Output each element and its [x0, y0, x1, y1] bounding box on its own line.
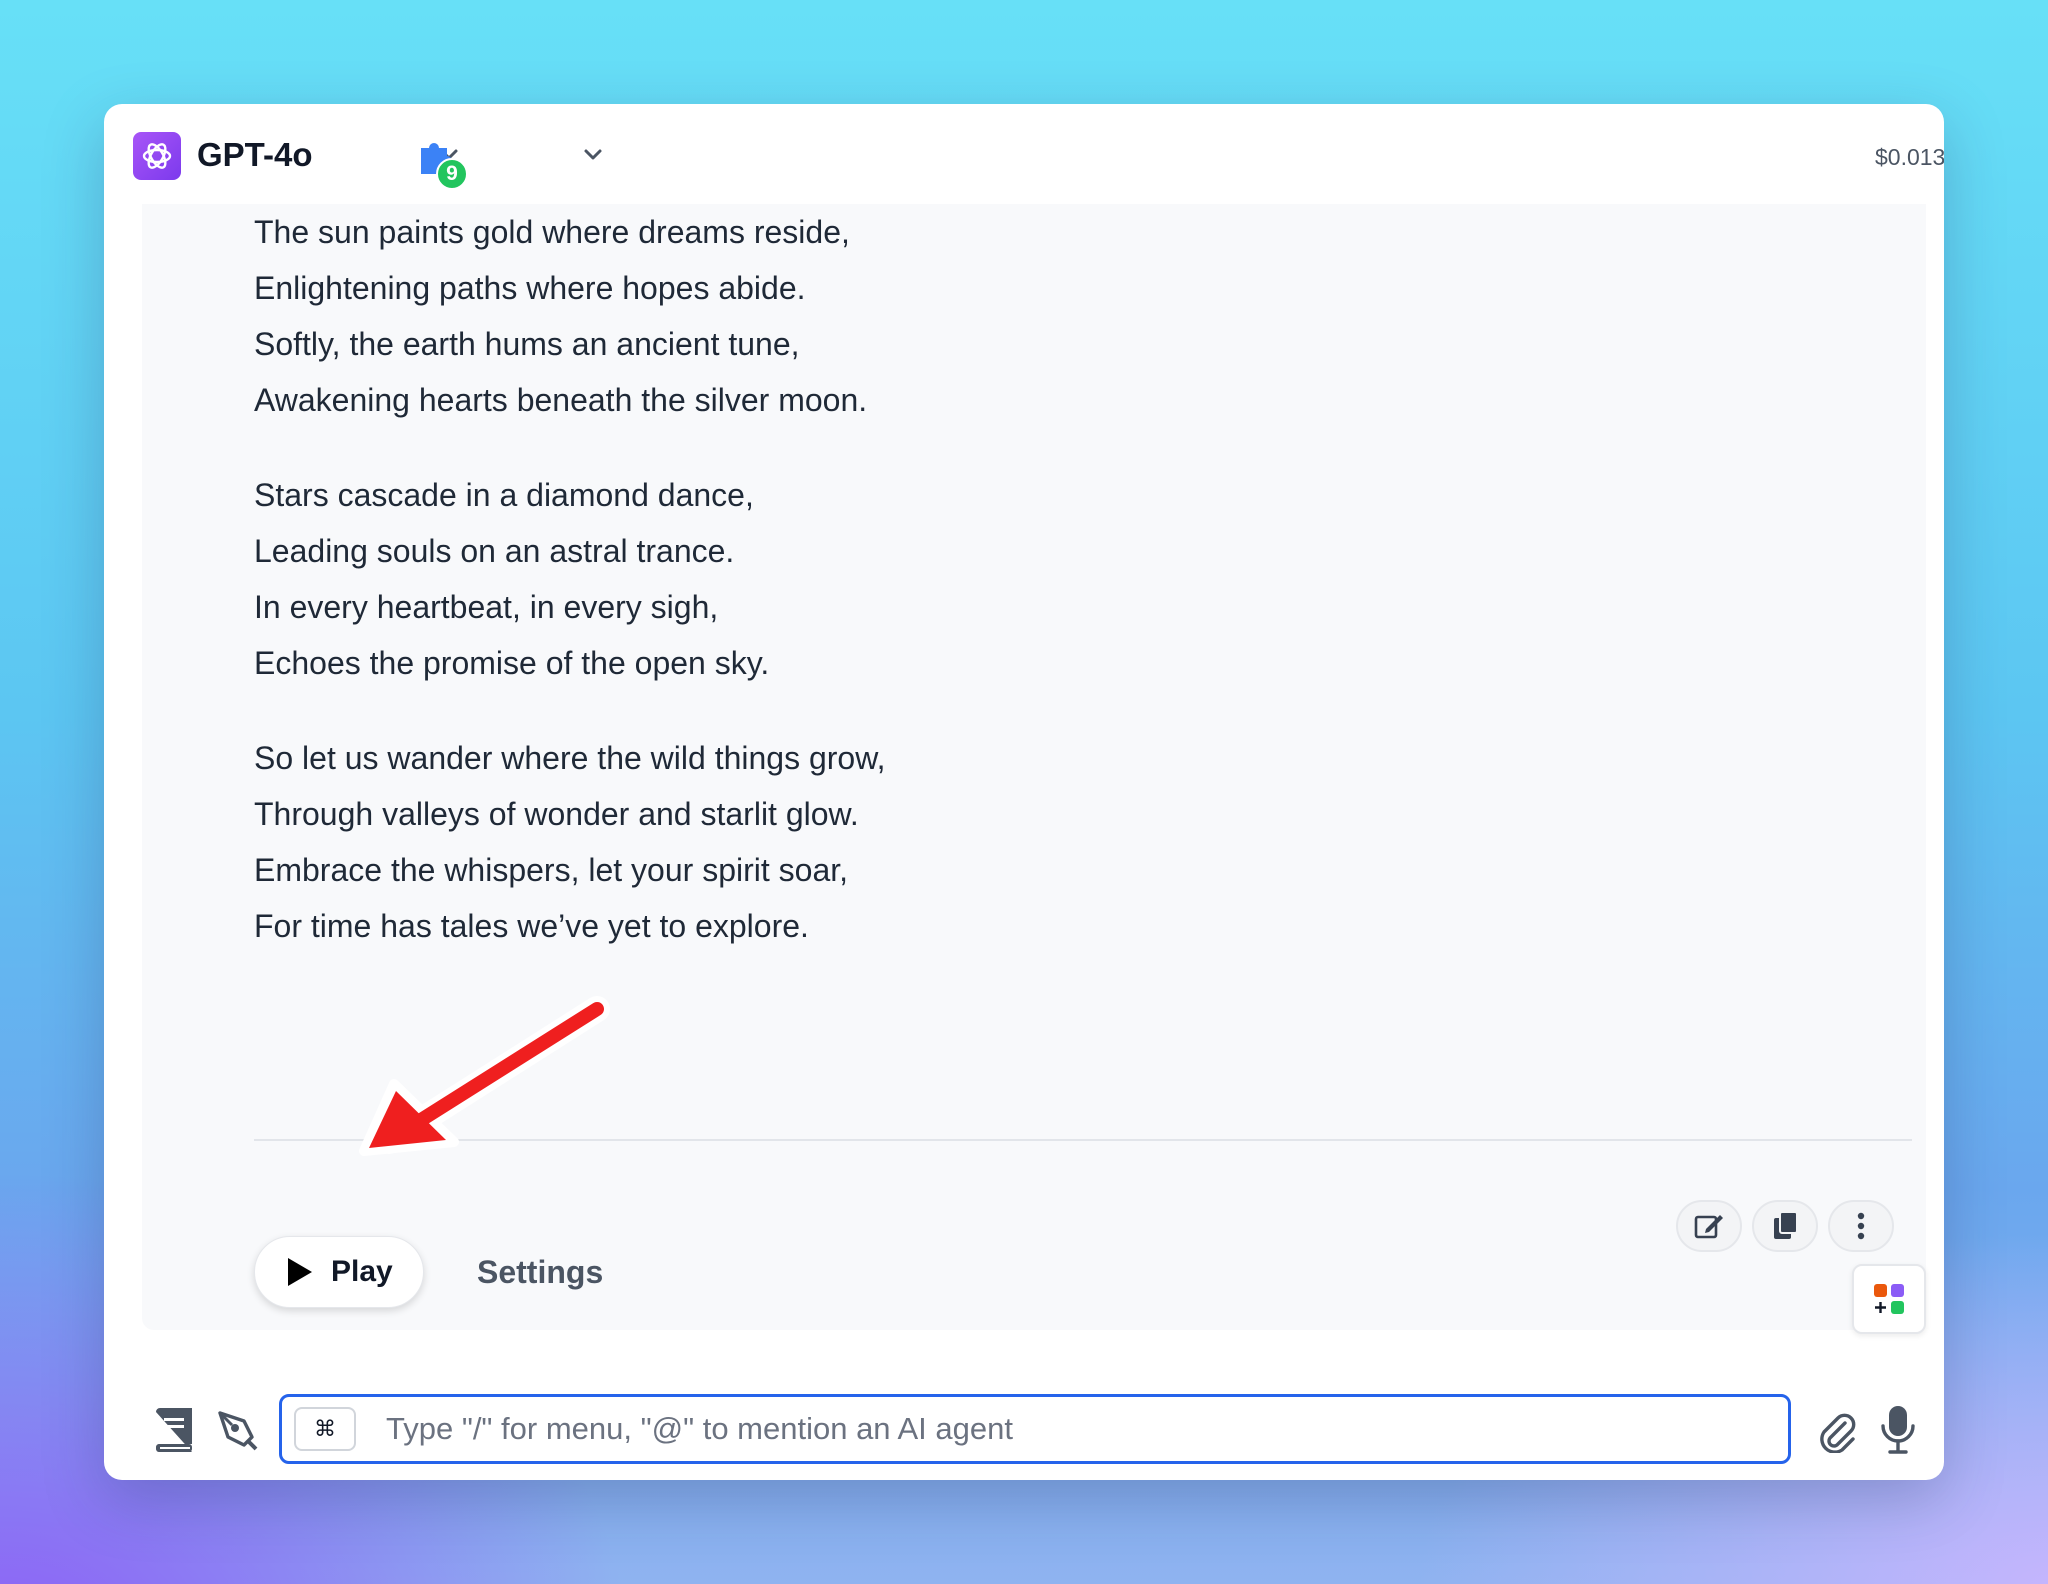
copy-button[interactable] [1752, 1200, 1818, 1252]
edit-icon [1694, 1215, 1723, 1239]
poem-line: Through valleys of wonder and starlit gl… [254, 796, 859, 832]
apps-button[interactable] [1852, 1264, 1926, 1334]
poem-line: Leading souls on an astral trance. [254, 533, 735, 569]
poem-text: The sun paints gold where dreams reside,… [254, 204, 1454, 993]
edit-button[interactable] [1676, 1200, 1742, 1252]
openai-logo-icon[interactable] [133, 132, 181, 180]
poem-stanza: Stars cascade in a diamond dance, Leading… [254, 467, 1454, 691]
more-options-button[interactable] [1828, 1200, 1894, 1252]
poem-line: For time has tales we’ve yet to explore. [254, 908, 809, 944]
chat-window: GPT-4o 9 $0.013 The sun paints gold wher… [104, 104, 1944, 1480]
book-icon[interactable] [148, 1404, 200, 1456]
poem-line: Softly, the earth hums an ancient tune, [254, 326, 800, 362]
poem-line: Stars cascade in a diamond dance, [254, 477, 754, 513]
poem-line: Embrace the whispers, let your spirit so… [254, 852, 849, 888]
model-name[interactable]: GPT-4o [197, 136, 313, 174]
divider [254, 1139, 1912, 1141]
play-icon [288, 1258, 312, 1286]
poem-line: Enlightening paths where hopes abide. [254, 270, 806, 306]
plugin-count-badge: 9 [436, 158, 468, 190]
message-input-box[interactable]: ⌘ [279, 1394, 1791, 1464]
poem-line: In every heartbeat, in every sigh, [254, 589, 719, 625]
poem-stanza: The sun paints gold where dreams reside,… [254, 204, 1454, 428]
settings-link[interactable]: Settings [477, 1254, 603, 1291]
copy-icon [1774, 1211, 1798, 1239]
play-label: Play [331, 1255, 393, 1288]
pen-tool-icon[interactable] [211, 1404, 263, 1456]
chevron-down-icon[interactable] [580, 142, 606, 168]
assistant-message: The sun paints gold where dreams reside,… [142, 204, 1926, 1330]
paperclip-icon[interactable] [1810, 1404, 1862, 1456]
more-vertical-icon [1857, 1212, 1865, 1240]
cost-label: $0.013 [1875, 144, 1944, 170]
play-button[interactable]: Play [254, 1236, 424, 1308]
microphone-icon[interactable] [1872, 1404, 1924, 1456]
poem-line: So let us wander where the wild things g… [254, 740, 886, 776]
poem-stanza: So let us wander where the wild things g… [254, 730, 1454, 954]
poem-line: Awakening hearts beneath the silver moon… [254, 382, 868, 418]
command-shortcut-key[interactable]: ⌘ [294, 1407, 356, 1451]
header: GPT-4o 9 $0.013 [104, 104, 1944, 204]
poem-line: Echoes the promise of the open sky. [254, 645, 770, 681]
poem-line: The sun paints gold where dreams reside, [254, 214, 850, 250]
apps-grid-icon [1874, 1284, 1904, 1314]
message-input[interactable] [386, 1403, 1766, 1455]
